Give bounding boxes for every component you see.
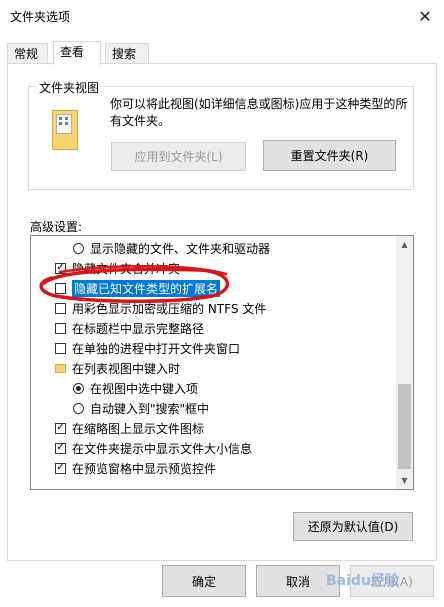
list-item[interactable]: 显示隐藏的文件、文件夹和驱动器 bbox=[73, 238, 270, 258]
list-item[interactable]: 在标题栏中显示完整路径 bbox=[55, 318, 204, 338]
list-item[interactable]: ✓ 在预览窗格中显示预览控件 bbox=[55, 458, 216, 478]
baidu-watermark: Baidu经验 bbox=[326, 573, 399, 589]
list-item-label: 在单独的进程中打开文件夹窗口 bbox=[72, 341, 241, 356]
advanced-settings-label: 高级设置: bbox=[30, 220, 83, 234]
checkbox-checked-icon[interactable]: ✓ bbox=[55, 262, 66, 274]
list-item[interactable]: ✓ 在文件夹提示中显示文件大小信息 bbox=[55, 438, 252, 458]
apply-to-folders-button[interactable]: 应用到文件夹(L) bbox=[111, 142, 246, 171]
title-bar: 文件夹选项 ✕ bbox=[0, 0, 444, 32]
list-item-label: 隐藏已知文件类型的扩展名 bbox=[72, 279, 221, 297]
list-item[interactable]: 在视图中选中键入项 bbox=[73, 378, 198, 398]
checkbox-checked-icon[interactable]: ✓ bbox=[55, 462, 66, 474]
list-item-label: 在文件夹提示中显示文件大小信息 bbox=[72, 441, 253, 456]
checkbox-icon[interactable] bbox=[55, 342, 66, 354]
list-item-label: 在标题栏中显示完整路径 bbox=[72, 321, 205, 336]
checkbox-checked-icon[interactable]: ✓ bbox=[55, 422, 66, 434]
checkbox-icon[interactable] bbox=[55, 322, 66, 334]
checkbox-icon[interactable] bbox=[55, 282, 66, 294]
scrollbar-thumb[interactable] bbox=[398, 384, 411, 469]
radio-icon[interactable] bbox=[73, 402, 84, 414]
scroll-up-icon[interactable]: ▲ bbox=[396, 236, 413, 253]
folder-views-label: 文件夹视图 bbox=[36, 79, 103, 96]
list-item-label: 在视图中选中键入项 bbox=[90, 381, 199, 396]
tab-general[interactable]: 常规 bbox=[7, 43, 48, 63]
folder-icon bbox=[55, 363, 66, 373]
list-item-label: 在预览窗格中显示预览控件 bbox=[72, 461, 217, 476]
radio-selected-icon[interactable] bbox=[73, 382, 84, 394]
list-item-label: 自动键入到"搜索"框中 bbox=[90, 401, 210, 416]
restore-defaults-button[interactable]: 还原为默认值(D) bbox=[293, 512, 413, 541]
list-item[interactable]: ✓ 在缩略图上显示文件图标 bbox=[55, 418, 204, 438]
list-item[interactable]: 自动键入到"搜索"框中 bbox=[73, 398, 209, 418]
list-item[interactable]: ✓ 隐藏文件夹合并冲突 bbox=[55, 258, 180, 278]
list-item[interactable]: 在单独的进程中打开文件夹窗口 bbox=[55, 338, 240, 358]
list-item-label: 在缩略图上显示文件图标 bbox=[72, 421, 205, 436]
list-item-label: 隐藏文件夹合并冲突 bbox=[72, 261, 181, 276]
window-title: 文件夹选项 bbox=[10, 10, 71, 24]
advanced-settings-list[interactable]: 显示隐藏的文件、文件夹和驱动器 ✓ 隐藏文件夹合并冲突 隐藏已知文件类型的扩展名… bbox=[30, 235, 414, 490]
list-item-label: 用彩色显示加密或压缩的 NTFS 文件 bbox=[72, 301, 267, 316]
list-item[interactable]: 在列表视图中键入时 bbox=[55, 358, 180, 378]
close-icon[interactable]: ✕ bbox=[406, 0, 444, 32]
tab-search[interactable]: 搜索 bbox=[105, 43, 149, 63]
tab-view[interactable]: 查看 bbox=[53, 41, 101, 65]
list-item-label: 在列表视图中键入时 bbox=[72, 361, 181, 376]
checkbox-checked-icon[interactable]: ✓ bbox=[55, 442, 66, 454]
list-item[interactable]: 用彩色显示加密或压缩的 NTFS 文件 bbox=[55, 298, 266, 318]
list-item-label: 显示隐藏的文件、文件夹和驱动器 bbox=[90, 241, 271, 256]
folder-view-icon bbox=[52, 110, 78, 150]
checkbox-icon[interactable] bbox=[55, 302, 66, 314]
ok-button[interactable]: 确定 bbox=[162, 565, 246, 597]
vertical-scrollbar[interactable]: ▲ ▼ bbox=[396, 236, 413, 489]
reset-folders-button[interactable]: 重置文件夹(R) bbox=[263, 140, 396, 171]
radio-icon[interactable] bbox=[73, 242, 84, 254]
folder-views-description: 你可以将此视图(如详细信息或图标)应用于这种类型的所有文件夹。 bbox=[110, 97, 408, 128]
scroll-down-icon[interactable]: ▼ bbox=[396, 472, 413, 489]
list-item-selected[interactable]: 隐藏已知文件类型的扩展名 bbox=[55, 278, 221, 298]
